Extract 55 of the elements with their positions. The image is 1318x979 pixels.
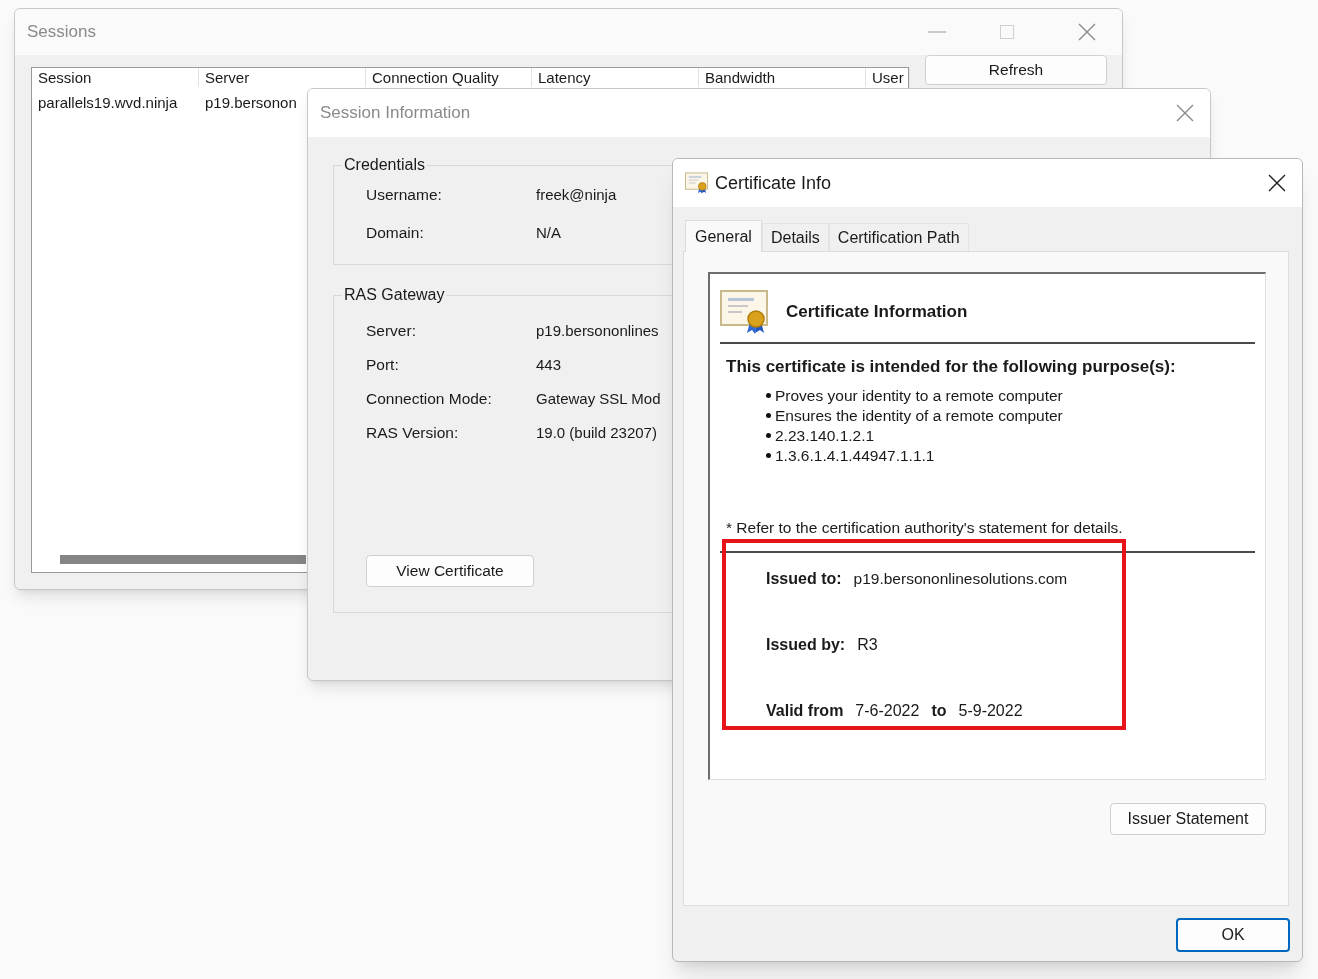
footnote: * Refer to the certification authority's statement for details.: [726, 517, 1124, 538]
valid-to-date: 5-9-2022: [958, 700, 1023, 721]
issued-by-value: R3: [857, 634, 878, 655]
column-header[interactable]: Session: [32, 68, 199, 87]
window-title: Sessions: [27, 21, 97, 44]
group-title: Credentials: [343, 155, 426, 175]
window-title: Certificate Info: [715, 171, 833, 195]
scrollbar[interactable]: [60, 555, 306, 564]
bullet-icon: [766, 393, 771, 398]
purpose-item: 2.23.140.1.2.1: [775, 425, 875, 446]
purpose-item: 1.3.6.1.4.1.44947.1.1.1: [775, 445, 935, 466]
column-header[interactable]: Connection Quality: [366, 68, 532, 87]
field-label: Server:: [366, 321, 417, 342]
ok-button[interactable]: OK: [1176, 918, 1290, 952]
close-icon[interactable]: [1268, 174, 1286, 192]
group-title: RAS Gateway: [343, 285, 446, 305]
field-label: Username:: [366, 185, 443, 206]
purpose-item: Ensures the identity of a remote computer: [775, 405, 1063, 426]
purpose-item: Proves your identity to a remote computer: [775, 385, 1063, 406]
column-header[interactable]: Bandwidth: [699, 68, 866, 87]
window-title: Session Information: [320, 102, 472, 125]
column-header[interactable]: Server: [199, 68, 366, 87]
field-label: Domain:: [366, 223, 425, 244]
bullet-icon: [766, 433, 771, 438]
certificate-icon: [720, 290, 770, 334]
field-value: freek@ninja: [536, 184, 617, 205]
bullet-icon: [766, 453, 771, 458]
certificate-icon: [685, 172, 709, 194]
field-label: Port:: [366, 355, 400, 376]
field-value: 19.0 (build 23207): [536, 422, 657, 443]
field-value: p19.bersononlines: [536, 320, 659, 341]
issuer-statement-button[interactable]: Issuer Statement: [1110, 803, 1266, 835]
field-value: 443: [536, 354, 562, 375]
bullet-icon: [766, 413, 771, 418]
issued-by-label: Issued by:: [766, 634, 846, 655]
valid-from-label: Valid from: [766, 700, 844, 721]
table-cell: p19.bersonon: [205, 94, 297, 111]
tab[interactable]: General: [685, 220, 762, 252]
column-header[interactable]: User: [866, 68, 910, 87]
valid-from-date: 7-6-2022: [855, 700, 920, 721]
valid-to-label: to: [931, 700, 947, 721]
tab[interactable]: Certification Path: [828, 223, 969, 251]
issued-to-value: p19.bersononlinesolutions.com: [853, 569, 1068, 590]
field-value: Gateway SSL Mod: [536, 388, 661, 409]
tab[interactable]: Details: [761, 223, 829, 251]
column-header[interactable]: Latency: [532, 68, 699, 87]
field-label: Connection Mode:: [366, 389, 493, 410]
purpose-heading: This certificate is intended for the following purpose(s):: [726, 356, 1177, 378]
field-value: N/A: [536, 222, 561, 243]
view-certificate-button[interactable]: View Certificate: [366, 555, 534, 587]
table-cell: parallels19.wvd.ninja: [38, 94, 178, 111]
refresh-button[interactable]: Refresh: [925, 55, 1107, 85]
panel-heading: Certificate Information: [786, 301, 968, 324]
issued-to-label: Issued to:: [766, 568, 842, 589]
field-label: RAS Version:: [366, 423, 460, 444]
